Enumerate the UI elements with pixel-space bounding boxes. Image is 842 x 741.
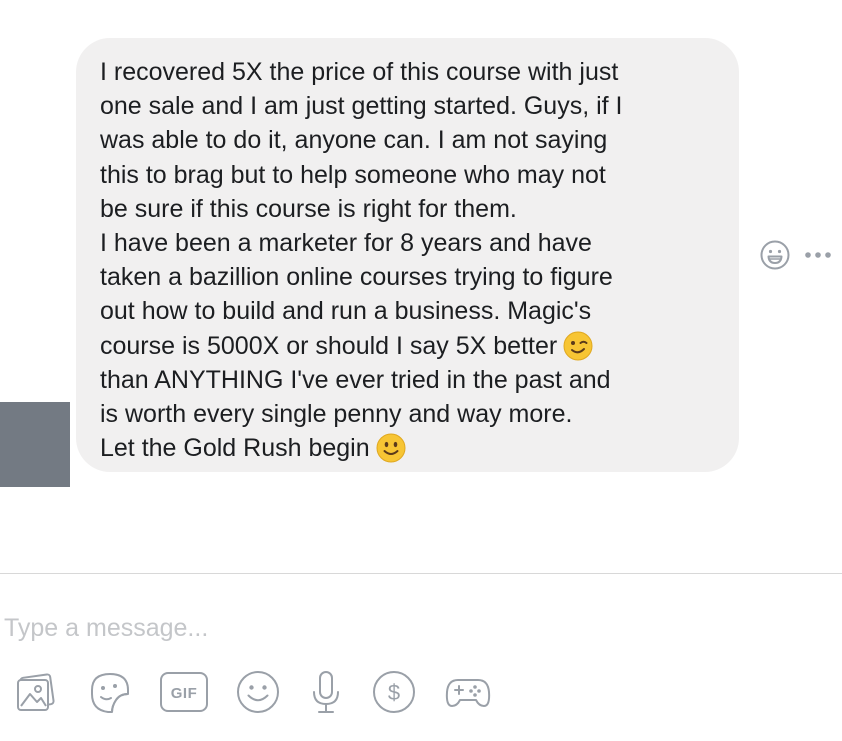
photo-icon [17,673,55,711]
react-button[interactable] [758,238,792,272]
photo-button[interactable] [12,668,60,716]
message-line-with-emoji: Let the Gold Rush begin [100,431,721,465]
message-line-text: course is 5000X or should I say 5X bette… [100,331,558,360]
payment-button[interactable]: $ [370,668,418,716]
message-line: is worth every single penny and way more… [100,399,573,428]
message-input[interactable] [4,608,824,648]
payment-label: $ [388,680,400,705]
smiling-face-emoji-icon [376,433,406,463]
microphone-icon [313,671,339,713]
message-line: this to brag but to help someone who may… [100,160,606,189]
message-line: than ANYTHING I've ever tried in the pas… [100,365,611,394]
message-line: was able to do it, anyone can. I am not … [100,126,608,155]
payment-icon: $ [373,671,415,713]
message-line-text: Let the Gold Rush begin [100,434,370,463]
voice-button[interactable] [302,668,350,716]
composer-divider [0,573,842,574]
sticker-icon [91,673,129,713]
gif-button[interactable]: GIF [160,668,208,716]
messenger-chat-screen: I recovered 5X the price of this course … [0,0,842,741]
sticker-button[interactable] [86,668,134,716]
message-line: taken a bazillion online courses trying … [100,263,613,292]
emoji-icon [237,671,279,713]
message-line: one sale and I am just getting started. … [100,92,623,121]
message-line: out how to build and run a business. Mag… [100,297,592,326]
more-options-button[interactable] [802,246,836,264]
message-bubble[interactable]: I recovered 5X the price of this course … [76,38,739,472]
message-line-with-emoji: course is 5000X or should I say 5X bette… [100,329,721,363]
game-controller-icon [445,679,491,707]
message-line: be sure if this course is right for them… [100,194,517,223]
message-side-actions [758,238,838,272]
games-button[interactable] [444,668,492,716]
message-line: I recovered 5X the price of this course … [100,58,619,86]
emoji-button[interactable] [234,668,282,716]
gif-icon: GIF [160,672,208,712]
gif-label: GIF [171,685,198,702]
more-dots-icon [805,252,831,258]
message-line: I have been a marketer for 8 years and h… [100,228,592,257]
sender-avatar[interactable] [0,402,70,487]
winking-face-emoji-icon [563,331,593,360]
smiley-reaction-icon [760,240,790,270]
